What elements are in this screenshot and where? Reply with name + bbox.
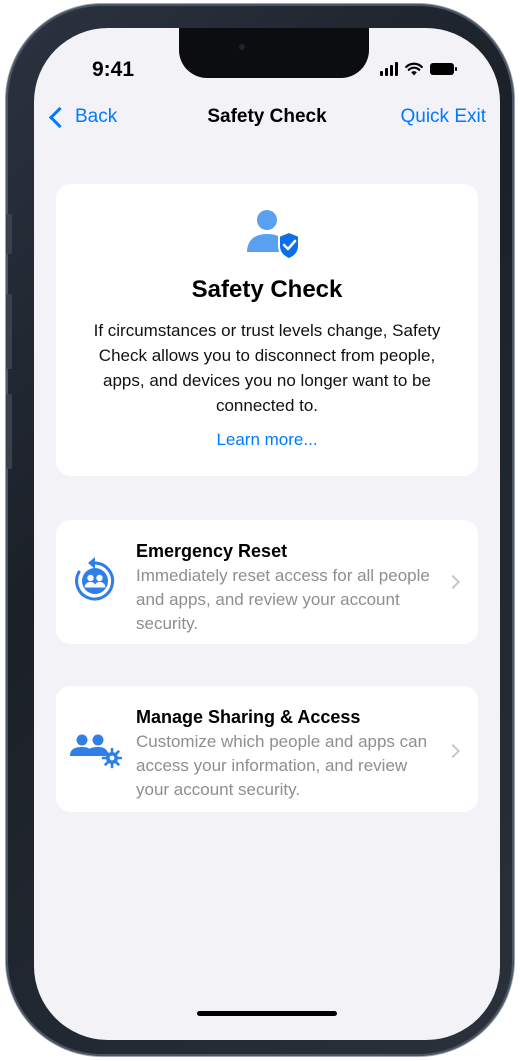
chevron-right-icon: [445, 743, 461, 759]
home-indicator[interactable]: [197, 1011, 337, 1016]
camera-icon: [239, 44, 245, 50]
status-time: 9:41: [92, 58, 135, 81]
quick-exit-button[interactable]: Quick Exit: [400, 106, 486, 128]
emergency-reset-text: Emergency Reset Immediately reset access…: [136, 540, 432, 636]
manage-sharing-text: Manage Sharing & Access Customize which …: [136, 706, 432, 802]
manage-sharing-icon: [70, 734, 122, 769]
volume-up-button: [6, 294, 12, 369]
manage-sharing-subtitle: Customize which people and apps can acce…: [136, 732, 428, 799]
safety-check-info-card: Safety Check If circumstances or trust l…: [56, 184, 478, 476]
emergency-reset-title: Emergency Reset: [136, 541, 288, 561]
hero-title: Safety Check: [191, 276, 343, 303]
person-shield-icon: [247, 210, 300, 260]
learn-more-link[interactable]: Learn more...: [56, 430, 478, 450]
wifi-icon: [405, 62, 423, 76]
emergency-reset-row[interactable]: Emergency Reset Immediately reset access…: [56, 520, 478, 644]
emergency-reset-subtitle: Immediately reset access for all people …: [136, 566, 430, 633]
notch: [179, 28, 369, 78]
mute-switch: [6, 214, 12, 254]
navigation-bar: Back Safety Check Quick Exit: [34, 106, 500, 136]
battery-icon: [430, 63, 457, 75]
cellular-signal-icon: [380, 62, 398, 76]
chevron-right-icon: [445, 574, 461, 590]
manage-sharing-row[interactable]: Manage Sharing & Access Customize which …: [56, 686, 478, 812]
manage-sharing-title: Manage Sharing & Access: [136, 707, 361, 727]
phone-frame: 9:41 Back Safety Check Quick Exit Safety…: [6, 4, 514, 1056]
screen: 9:41 Back Safety Check Quick Exit Safety…: [34, 28, 500, 1040]
status-icons: [380, 62, 457, 76]
hero-description: If circumstances or trust levels change,…: [93, 321, 441, 415]
emergency-reset-icon: [75, 557, 115, 601]
volume-down-button: [6, 394, 12, 469]
